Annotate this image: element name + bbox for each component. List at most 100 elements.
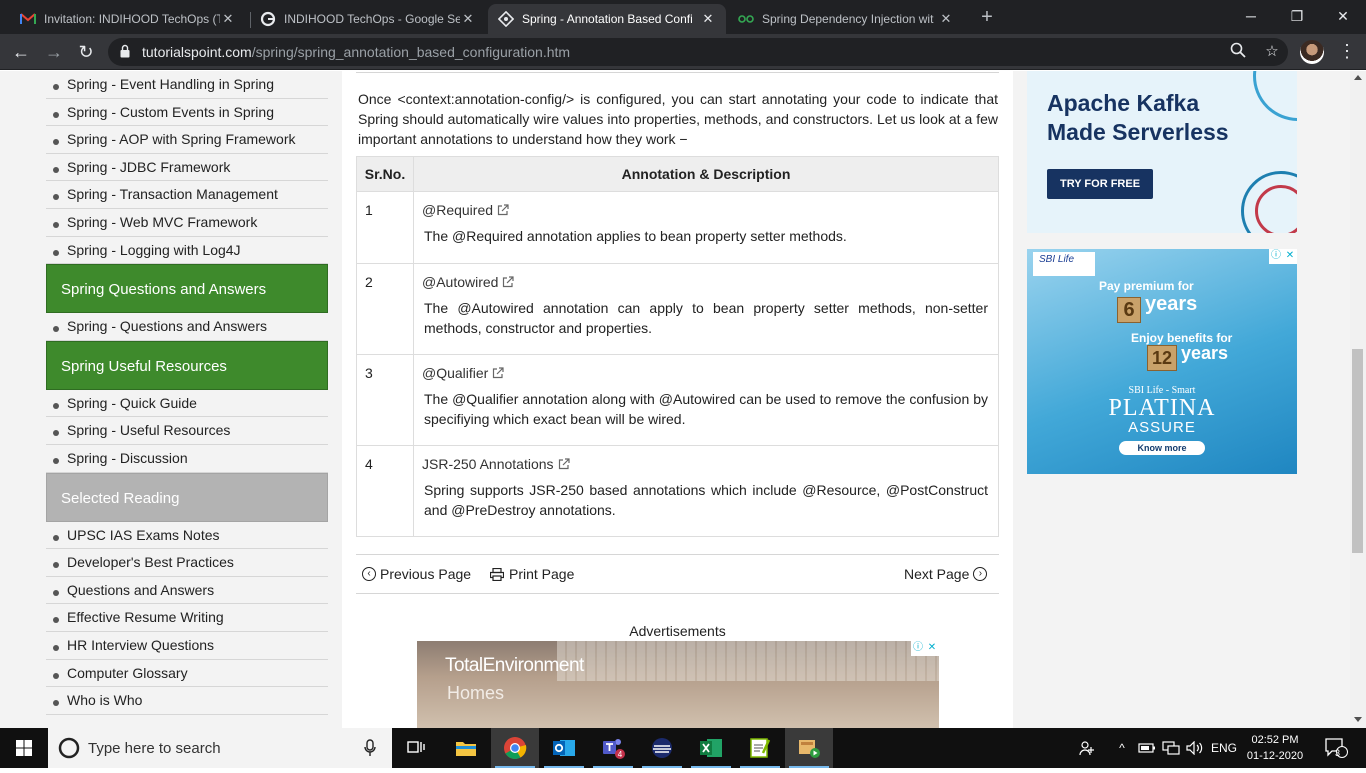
chrome-icon[interactable] (491, 728, 539, 768)
battery-icon[interactable] (1136, 728, 1158, 768)
start-button[interactable] (0, 728, 48, 768)
vpn-app-icon[interactable] (638, 728, 686, 768)
back-icon[interactable]: ← (8, 39, 34, 65)
sidebar-item-best-practices[interactable]: Developer's Best Practices (46, 549, 328, 577)
sidebar-heading-selected-reading: Selected Reading (46, 472, 328, 522)
new-tab-button[interactable]: + (975, 6, 999, 30)
scrollbar-thumb[interactable] (1352, 349, 1363, 553)
annotation-link-required[interactable]: @Required (422, 202, 990, 218)
ad-choices[interactable]: ⓘ ✕ (1269, 249, 1297, 264)
tab-gmail[interactable]: Invitation: INDIHOOD TechOps (T ✕ (10, 4, 246, 34)
ad-close-icon[interactable]: ✕ (925, 641, 939, 656)
teams-icon[interactable]: 4 (589, 728, 637, 768)
tab-strip: Invitation: INDIHOOD TechOps (T ✕ INDIHO… (0, 0, 1366, 34)
sidebar-heading-resources: Spring Useful Resources (46, 340, 328, 390)
sidebar-item-log4j[interactable]: Spring - Logging with Log4J (46, 237, 328, 265)
close-tab-icon[interactable]: ✕ (938, 11, 954, 27)
maximize-icon[interactable]: ❐ (1274, 0, 1320, 34)
ad-choices[interactable]: ⓘ ✕ (911, 641, 939, 656)
know-more-button[interactable]: Know more (1119, 441, 1205, 455)
table-row: 4 JSR-250 Annotations Spring supports JS… (356, 445, 999, 537)
scroll-down-icon[interactable] (1354, 717, 1362, 722)
forward-icon[interactable]: → (41, 39, 67, 65)
taskbar-search[interactable]: Type here to search (48, 728, 392, 768)
tab-spring-di[interactable]: Spring Dependency Injection wit ✕ (728, 4, 964, 34)
sidebar-item-resume[interactable]: Effective Resume Writing (46, 604, 328, 632)
sidebar-item-label: Spring - Discussion (67, 449, 188, 466)
sidebar-item-who-is-who[interactable]: Who is Who (46, 687, 328, 715)
microphone-icon[interactable] (364, 739, 376, 757)
close-tab-icon[interactable]: ✕ (220, 11, 236, 27)
sidebar-item-quick-guide[interactable]: Spring - Quick Guide (46, 390, 328, 418)
people-icon[interactable] (1076, 728, 1098, 768)
ad-brand-name: TotalEnvironment (445, 655, 584, 676)
sidebar-item-qa[interactable]: Questions and Answers (46, 577, 328, 605)
kafka-advertisement[interactable]: Apache Kafka Made Serverless TRY FOR FREE (1027, 71, 1297, 233)
print-page-link[interactable]: Print Page (490, 566, 574, 582)
system-clock[interactable]: 02:52 PM 01-12-2020 (1239, 732, 1311, 764)
sidebar-item-event-handling[interactable]: Spring - Event Handling in Spring (46, 71, 328, 99)
close-window-icon[interactable]: ✕ (1320, 0, 1366, 34)
sidebar-item-glossary[interactable]: Computer Glossary (46, 660, 328, 688)
reload-icon[interactable]: ↻ (73, 39, 99, 65)
volume-icon[interactable] (1184, 728, 1206, 768)
annotation-link-jsr250[interactable]: JSR-250 Annotations (422, 456, 990, 472)
page-scrollbar[interactable] (1350, 71, 1366, 728)
sidebar-item-web-mvc[interactable]: Spring - Web MVC Framework (46, 209, 328, 237)
notepad-icon[interactable] (736, 728, 784, 768)
sidebar-item-label: Spring - AOP with Spring Framework (67, 131, 296, 148)
task-view-icon[interactable] (392, 728, 440, 768)
close-tab-icon[interactable]: ✕ (700, 11, 716, 27)
outlook-icon[interactable] (540, 728, 588, 768)
minimize-icon[interactable]: ─ (1228, 0, 1274, 34)
sidebar-item-useful-resources[interactable]: Spring - Useful Resources (46, 417, 328, 445)
sidebar-item-custom-events[interactable]: Spring - Custom Events in Spring (46, 99, 328, 127)
scroll-up-icon[interactable] (1354, 75, 1362, 80)
previous-page-link[interactable]: ‹ Previous Page (362, 566, 471, 582)
network-icon[interactable] (1160, 728, 1182, 768)
show-hidden-icons-icon[interactable]: ^ (1114, 728, 1130, 768)
bullet-icon (53, 194, 59, 201)
ad-number-12: 12 (1147, 345, 1177, 371)
sbi-life-advertisement[interactable]: SBI Life ⓘ ✕ Pay premium for 6 years Enjo… (1027, 249, 1297, 474)
bullet-icon (53, 221, 59, 228)
profile-avatar[interactable] (1300, 40, 1324, 64)
sidebar-item-discussion[interactable]: Spring - Discussion (46, 445, 328, 473)
try-for-free-button[interactable]: TRY FOR FREE (1047, 169, 1153, 199)
notifications-icon[interactable]: 3 (1320, 728, 1352, 768)
sidebar-item-upsc[interactable]: UPSC IAS Exams Notes (46, 522, 328, 550)
bottom-advertisement[interactable]: TotalEnvironment Homes ⓘ ✕ (417, 641, 939, 728)
next-page-link[interactable]: Next Page › (904, 566, 991, 582)
close-tab-icon[interactable]: ✕ (460, 11, 476, 27)
sidebar-item-hr-interview[interactable]: HR Interview Questions (46, 632, 328, 660)
ad-number-6: 6 (1117, 297, 1141, 323)
print-page-label: Print Page (509, 566, 575, 582)
language-indicator[interactable]: ENG (1208, 728, 1240, 768)
ad-close-icon[interactable]: ✕ (1283, 249, 1297, 264)
next-page-label: Next Page (904, 566, 970, 582)
sidebar-item-aop[interactable]: Spring - AOP with Spring Framework (46, 126, 328, 154)
annotation-link-autowired[interactable]: @Autowired (422, 274, 990, 290)
ad-info-icon[interactable]: ⓘ (911, 641, 925, 656)
ad-info-icon[interactable]: ⓘ (1269, 249, 1283, 264)
chrome-menu-icon[interactable]: ⋮ (1338, 41, 1356, 63)
sidebar-item-questions-answers[interactable]: Spring - Questions and Answers (46, 313, 328, 341)
annotation-link-qualifier[interactable]: @Qualifier (422, 365, 990, 381)
tab-spring-annotation[interactable]: Spring - Annotation Based Confi ✕ (488, 4, 726, 34)
sidebar-item-label: Effective Resume Writing (67, 609, 224, 626)
sidebar-item-transaction[interactable]: Spring - Transaction Management (46, 181, 328, 209)
sidebar-item-label: Spring - Questions and Answers (67, 318, 267, 335)
annotation-table: Sr.No. Annotation & Description 1 @Requi… (356, 156, 999, 537)
sidebar-item-jdbc[interactable]: Spring - JDBC Framework (46, 154, 328, 182)
bullet-icon (53, 672, 59, 679)
excel-icon[interactable] (687, 728, 735, 768)
address-bar[interactable]: tutorialspoint.com/spring/spring_annotat… (108, 38, 1288, 66)
file-explorer-icon[interactable] (442, 728, 490, 768)
tab-google[interactable]: INDIHOOD TechOps - Google Se ✕ (250, 4, 486, 34)
media-app-icon[interactable] (785, 728, 833, 768)
external-link-icon (497, 204, 509, 216)
zoom-icon[interactable] (1228, 42, 1248, 62)
annotation-name: @Autowired (422, 274, 499, 290)
clock-time: 02:52 PM (1251, 734, 1299, 746)
bookmark-star-icon[interactable]: ☆ (1262, 42, 1282, 62)
